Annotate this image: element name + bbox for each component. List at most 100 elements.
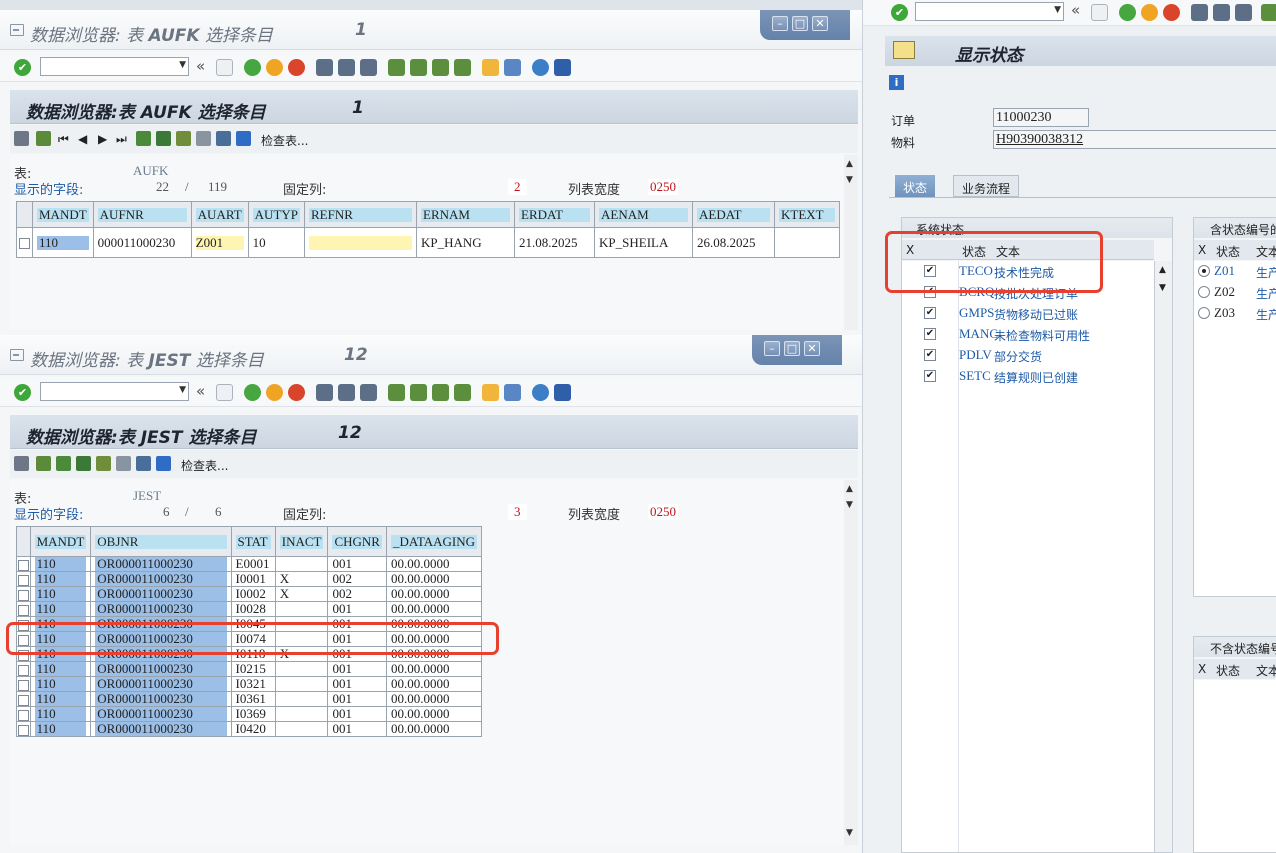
row-checkbox[interactable] (16, 721, 31, 737)
back-icon[interactable] (244, 384, 261, 401)
shortcut-icon[interactable] (504, 384, 521, 401)
col-header[interactable]: AUFNR (92, 201, 192, 228)
status-checkbox[interactable]: ✔ (924, 349, 936, 361)
cell-auart[interactable]: Z001 (190, 227, 249, 258)
tab-business-process[interactable]: 业务流程 (953, 175, 1020, 197)
status-radio[interactable] (1198, 286, 1210, 298)
save-icon[interactable] (1091, 4, 1108, 21)
maximize-button[interactable]: □ (784, 341, 800, 356)
system-status-row[interactable]: ✔ PDLV 部分交货 (902, 345, 1154, 366)
cell-refnr[interactable] (304, 227, 418, 258)
print-icon[interactable] (316, 59, 333, 76)
close-button[interactable]: ✕ (804, 341, 820, 356)
info-icon[interactable] (236, 131, 251, 146)
first-icon[interactable]: ⏮ (58, 132, 69, 147)
scroll-up-icon[interactable]: ▲ (846, 159, 853, 169)
info-icon[interactable] (156, 456, 171, 471)
cell-mandt[interactable]: 110 (29, 556, 92, 572)
col-header[interactable]: CHGNR (327, 526, 387, 557)
info-icon[interactable]: i (889, 75, 904, 90)
print-icon[interactable] (1191, 4, 1208, 21)
cell-stat[interactable]: I0001 (230, 571, 276, 587)
col-header[interactable]: _DATAAGING (385, 526, 483, 557)
chevron-down-icon[interactable]: ▼ (179, 385, 186, 395)
row-checkbox[interactable] (16, 227, 33, 258)
cell-mandt[interactable]: 110 (29, 571, 92, 587)
cell-mandt[interactable]: 110 (29, 721, 92, 737)
cell-objnr[interactable]: OR000011000230 (90, 721, 232, 737)
table-row[interactable]: 110 OR000011000230 I0321 001 00.00.0000 (16, 676, 483, 692)
cell-mandt[interactable]: 110 (29, 586, 92, 602)
cell-objnr[interactable]: OR000011000230 (90, 706, 232, 722)
col-header[interactable]: AUART (190, 201, 249, 228)
row-checkbox[interactable] (16, 691, 31, 707)
cell-chgnr[interactable]: 001 (327, 601, 387, 617)
save-icon[interactable] (216, 59, 233, 76)
table-row[interactable]: 110 OR000011000230 I0361 001 00.00.0000 (16, 691, 483, 707)
enter-icon[interactable]: ✔ (14, 59, 31, 76)
first-page-icon[interactable] (388, 384, 405, 401)
glasses-icon[interactable] (14, 131, 29, 146)
cell-ernam[interactable]: KP_HANG (416, 227, 516, 258)
cell-objnr[interactable]: OR000011000230 (90, 556, 232, 572)
cell-inact[interactable] (274, 601, 329, 617)
collapse-icon[interactable]: « (1071, 1, 1080, 19)
cell-dataaging[interactable]: 00.00.0000 (385, 601, 483, 617)
cell-chgnr[interactable]: 001 (327, 661, 387, 677)
last-page-icon[interactable] (454, 59, 471, 76)
col-header[interactable]: OBJNR (90, 526, 232, 557)
maximize-button[interactable]: □ (792, 16, 808, 31)
cell-dataaging[interactable]: 00.00.0000 (385, 706, 483, 722)
cell-chgnr[interactable]: 001 (327, 721, 387, 737)
status-radio[interactable] (1198, 307, 1210, 319)
cell-dataaging[interactable]: 00.00.0000 (385, 676, 483, 692)
enter-icon[interactable]: ✔ (891, 4, 908, 21)
sort-asc-icon[interactable] (56, 456, 71, 471)
cell-aufnr[interactable]: 000011000230 (92, 227, 192, 258)
cell-stat[interactable]: I0361 (230, 691, 276, 707)
back-icon[interactable] (1119, 4, 1136, 21)
col-header[interactable]: ERDAT (514, 201, 596, 228)
select-layout-icon[interactable] (116, 456, 131, 471)
details-icon[interactable] (36, 456, 51, 471)
cell-stat[interactable]: I0002 (230, 586, 276, 602)
cell-inact[interactable]: X (274, 586, 329, 602)
print-icon[interactable] (316, 384, 333, 401)
row-checkbox[interactable] (16, 556, 31, 572)
select-layout-icon[interactable] (196, 131, 211, 146)
layout-icon[interactable] (554, 384, 571, 401)
refresh-icon[interactable] (136, 456, 151, 471)
exit-icon[interactable] (266, 384, 283, 401)
first-page-icon[interactable] (1261, 4, 1276, 21)
cell-mandt[interactable]: 110 (29, 676, 92, 692)
select-all-cell[interactable] (16, 526, 31, 557)
find-icon[interactable] (338, 59, 355, 76)
cell-objnr[interactable]: OR000011000230 (90, 691, 232, 707)
cell-mandt[interactable]: 110 (32, 227, 94, 258)
cell-dataaging[interactable]: 00.00.0000 (385, 586, 483, 602)
find-icon[interactable] (338, 384, 355, 401)
cell-chgnr[interactable]: 001 (327, 556, 387, 572)
cell-dataaging[interactable]: 00.00.0000 (385, 661, 483, 677)
col-header[interactable]: MANDT (29, 526, 92, 557)
command-field[interactable]: ▼ (40, 382, 189, 401)
cell-inact[interactable] (274, 661, 329, 677)
user-status-row[interactable]: Z01 生产 (1194, 261, 1276, 282)
table-row[interactable]: 110 OR000011000230 I0215 001 00.00.0000 (16, 661, 483, 677)
next-icon[interactable]: ▶ (98, 132, 107, 146)
cell-objnr[interactable]: OR000011000230 (90, 571, 232, 587)
col-header[interactable]: STAT (230, 526, 276, 557)
cell-mandt[interactable]: 110 (29, 691, 92, 707)
row-checkbox[interactable] (16, 571, 31, 587)
table-row[interactable]: 110 OR000011000230 I0002 X 002 00.00.0000 (16, 586, 483, 602)
command-field[interactable]: ▼ (915, 2, 1064, 21)
status-checkbox[interactable]: ✔ (924, 370, 936, 382)
col-header[interactable]: INACT (274, 526, 329, 557)
cell-mandt[interactable]: 110 (29, 661, 92, 677)
minimize-button[interactable]: – (772, 16, 788, 31)
layout-icon[interactable] (554, 59, 571, 76)
previous-page-icon[interactable] (410, 384, 427, 401)
new-session-icon[interactable] (482, 384, 499, 401)
cell-dataaging[interactable]: 00.00.0000 (385, 571, 483, 587)
next-page-icon[interactable] (432, 384, 449, 401)
